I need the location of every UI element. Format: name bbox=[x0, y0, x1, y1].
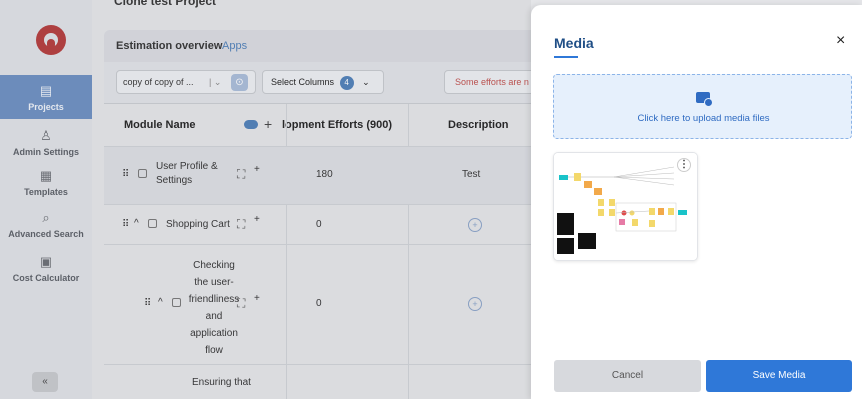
media-drawer: Media × Click here to upload media files bbox=[531, 5, 862, 399]
upload-text: Click here to upload media files bbox=[637, 113, 770, 124]
more-options-icon[interactable]: ⋮ bbox=[677, 158, 691, 172]
drawer-title: Media bbox=[554, 35, 594, 51]
save-media-button[interactable]: Save Media bbox=[706, 360, 852, 392]
modal-backdrop[interactable] bbox=[0, 0, 531, 399]
upload-dropzone[interactable]: Click here to upload media files bbox=[553, 74, 852, 139]
title-underline bbox=[554, 56, 578, 58]
close-icon[interactable]: × bbox=[836, 32, 845, 50]
diagram-thumbnail-image bbox=[554, 153, 697, 260]
folder-upload-icon bbox=[696, 92, 713, 107]
cancel-button[interactable]: Cancel bbox=[554, 360, 701, 392]
media-thumbnail[interactable]: ⋮ bbox=[553, 152, 698, 261]
